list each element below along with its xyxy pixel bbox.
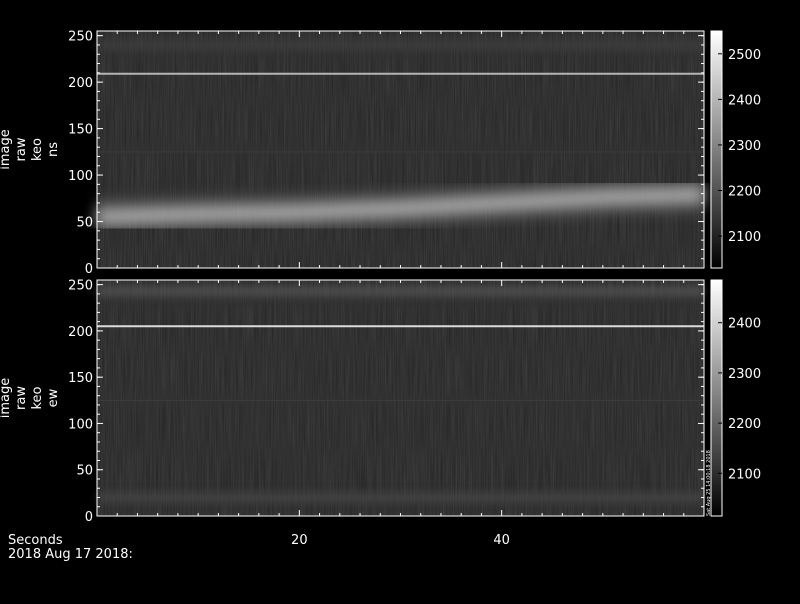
y-tick-label: 50 [76, 464, 93, 479]
heatmap-noise [97, 31, 704, 268]
colorbar-tick-label: 2400 [728, 317, 761, 332]
y-axis-label-word: ns [46, 142, 61, 157]
colorbar [710, 279, 723, 517]
y-axis-label-word: ew [46, 388, 61, 407]
x-axis-label: Seconds [8, 533, 63, 548]
colorbar-tick-label: 2300 [728, 367, 761, 382]
keogram-panel-2: 0 50 100 150 200 250 imagerawkeoew 2100 2200 2300… [0, 279, 761, 525]
y-axis-label: imagerawkeons [0, 129, 61, 170]
y-tick-label: 250 [68, 30, 93, 45]
keogram-figure: 0 50 100 150 200 250 imagerawkeons 2100 2200 2300… [0, 0, 800, 600]
colorbar-tick-label: 2200 [728, 185, 761, 200]
heatmap-band-feature [97, 492, 704, 503]
y-tick-label: 200 [68, 325, 93, 340]
y-axis-label-word: image [0, 378, 13, 419]
colorbar-tick-label: 2300 [728, 139, 761, 154]
y-tick-label: 50 [76, 216, 93, 231]
date-line: 2018 Aug 17 2018: [8, 547, 133, 562]
y-tick-label: 0 [85, 262, 93, 277]
colorbar-tick-label: 2100 [728, 230, 761, 245]
heatmap-band-feature [97, 39, 704, 50]
colorbar-tick-label: 2500 [728, 48, 761, 63]
y-tick-label: 150 [68, 371, 93, 386]
y-tick-label: 100 [68, 417, 93, 432]
y-axis-label-word: keo [30, 386, 45, 409]
y-tick-label: 100 [68, 169, 93, 184]
colorbar-tick-label: 2100 [728, 467, 761, 482]
y-axis-label: imagerawkeoew [0, 378, 61, 419]
y-axis-label-word: raw [14, 137, 29, 161]
keogram-panel-1: 0 50 100 150 200 250 imagerawkeons 2100 2200 2300… [0, 30, 761, 277]
y-tick-label: 150 [68, 123, 93, 138]
x-tick-label: 20 [291, 533, 308, 548]
colorbar [710, 30, 723, 269]
y-axis-label-word: keo [30, 138, 45, 161]
colorbar-tick-label: 2200 [728, 417, 761, 432]
timestamp-stamp: Sat Aug 25 14:00:18 2018 [706, 450, 712, 516]
y-tick-label: 200 [68, 76, 93, 91]
heatmap-band-feature [97, 286, 704, 297]
figure-canvas: 050100150200250imagerawkeons210022002300… [0, 30, 761, 562]
y-tick-label: 250 [68, 279, 93, 294]
y-axis-label-word: raw [14, 386, 29, 410]
heatmap-noise [97, 280, 704, 516]
x-tick-label: 40 [493, 533, 510, 548]
y-axis-label-word: image [0, 129, 13, 170]
colorbar-tick-label: 2400 [728, 93, 761, 108]
y-tick-label: 0 [85, 510, 93, 525]
